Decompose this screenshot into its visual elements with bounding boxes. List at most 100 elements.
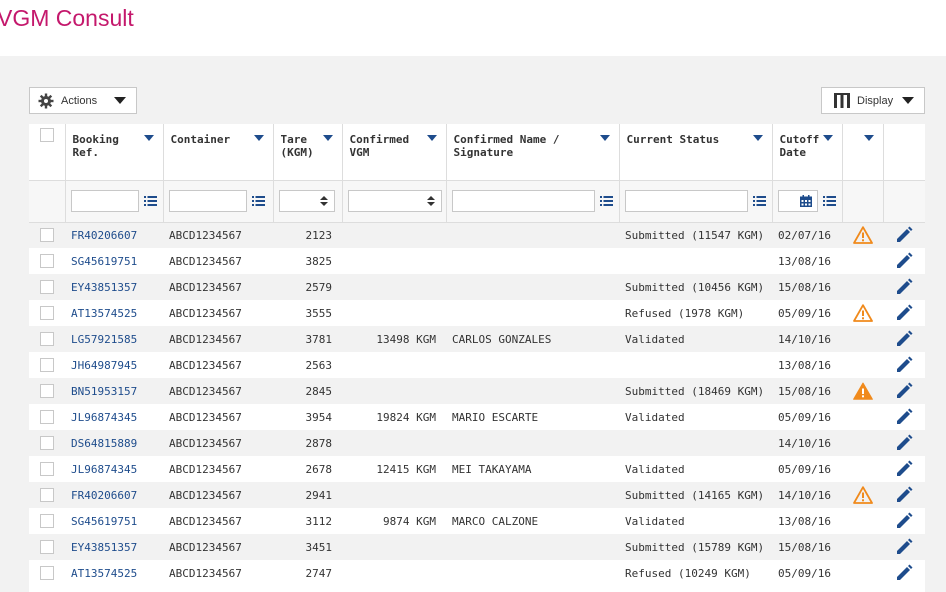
- sort-caret-icon[interactable]: [322, 135, 333, 141]
- calendar-icon[interactable]: [799, 195, 812, 207]
- edit-cell[interactable]: [883, 482, 925, 508]
- edit-cell[interactable]: [883, 430, 925, 456]
- table-row[interactable]: JL96874345 ABCD1234567 3954 19824 KGM MARIO …: [29, 404, 925, 430]
- table-row[interactable]: SG45619751 ABCD1234567 3825 13/08/16: [29, 248, 925, 274]
- sort-caret-icon[interactable]: [863, 135, 874, 141]
- pencil-icon[interactable]: [895, 278, 913, 296]
- list-filter-icon[interactable]: [599, 196, 613, 206]
- row-checkbox[interactable]: [40, 462, 54, 476]
- tare-filter-stepper[interactable]: [278, 190, 335, 212]
- pencil-icon[interactable]: [895, 330, 913, 348]
- table-row[interactable]: SG45619751 ABCD1234567 3112 9874 KGM MARCO C…: [29, 508, 925, 534]
- pencil-icon[interactable]: [895, 512, 913, 530]
- booking-ref-link[interactable]: LG57921585: [71, 333, 137, 346]
- row-checkbox[interactable]: [40, 358, 54, 372]
- column-header-booking-ref[interactable]: Booking Ref.: [65, 124, 164, 181]
- actions-button[interactable]: Actions: [29, 87, 137, 114]
- sort-caret-icon[interactable]: [426, 135, 437, 141]
- table-row[interactable]: FR40206607 ABCD1234567 2941 Submitted (1416…: [29, 482, 925, 508]
- row-checkbox[interactable]: [40, 254, 54, 268]
- pencil-icon[interactable]: [895, 356, 913, 374]
- display-button[interactable]: Display: [821, 87, 925, 114]
- row-checkbox[interactable]: [40, 488, 54, 502]
- pencil-icon[interactable]: [895, 564, 913, 582]
- booking-ref-link[interactable]: JH64987945: [71, 359, 137, 372]
- cutoff-date-filter-input[interactable]: [777, 190, 818, 212]
- edit-cell[interactable]: [883, 404, 925, 430]
- stepper-arrows-icon[interactable]: [319, 196, 328, 206]
- booking-ref-link[interactable]: BN51953157: [71, 385, 137, 398]
- column-header-confirmed-vgm[interactable]: Confirmed VGM: [342, 124, 447, 181]
- pencil-icon[interactable]: [895, 460, 913, 478]
- sort-caret-icon[interactable]: [143, 135, 154, 141]
- row-checkbox[interactable]: [40, 384, 54, 398]
- row-checkbox[interactable]: [40, 566, 54, 580]
- booking-ref-link[interactable]: JL96874345: [71, 463, 137, 476]
- row-checkbox[interactable]: [40, 332, 54, 346]
- sort-caret-icon[interactable]: [752, 135, 763, 141]
- edit-cell[interactable]: [883, 248, 925, 274]
- pencil-icon[interactable]: [895, 252, 913, 270]
- pencil-icon[interactable]: [895, 382, 913, 400]
- list-filter-icon[interactable]: [143, 196, 157, 206]
- edit-cell[interactable]: [883, 222, 925, 248]
- row-checkbox[interactable]: [40, 306, 54, 320]
- column-header-cutoff-date[interactable]: Cutoff Date: [772, 124, 843, 181]
- edit-cell[interactable]: [883, 560, 925, 586]
- table-row[interactable]: BN51953157 ABCD1234567 2845 Submitted (1846…: [29, 378, 925, 404]
- booking-ref-filter-input[interactable]: [70, 190, 139, 212]
- list-filter-icon[interactable]: [822, 196, 836, 206]
- row-checkbox[interactable]: [40, 410, 54, 424]
- row-checkbox[interactable]: [40, 514, 54, 528]
- booking-ref-link[interactable]: FR40206607: [71, 489, 137, 502]
- booking-ref-link[interactable]: DS64815889: [71, 437, 137, 450]
- container-filter-input[interactable]: [168, 190, 247, 212]
- select-all-checkbox[interactable]: [39, 128, 54, 142]
- edit-cell[interactable]: [883, 300, 925, 326]
- booking-ref-link[interactable]: AT13574525: [71, 567, 137, 580]
- table-row[interactable]: DS64815889 ABCD1234567 2878 14/10/16: [29, 430, 925, 456]
- booking-ref-link[interactable]: SG45619751: [71, 515, 137, 528]
- sort-caret-icon[interactable]: [822, 135, 833, 141]
- sort-caret-icon[interactable]: [599, 135, 610, 141]
- edit-cell[interactable]: [883, 508, 925, 534]
- current-status-filter-input[interactable]: [624, 190, 748, 212]
- table-row[interactable]: JL96874345 ABCD1234567 2678 12415 KGM MEI TA…: [29, 456, 925, 482]
- row-checkbox[interactable]: [40, 436, 54, 450]
- table-row[interactable]: FR40206607 ABCD1234567 2123 Submitted (1154…: [29, 222, 925, 248]
- list-filter-icon[interactable]: [752, 196, 766, 206]
- row-checkbox[interactable]: [40, 280, 54, 294]
- column-header-tare[interactable]: Tare (KGM): [273, 124, 343, 181]
- booking-ref-link[interactable]: EY43851357: [71, 281, 137, 294]
- row-checkbox[interactable]: [40, 228, 54, 243]
- table-row[interactable]: EY43851357 ABCD1234567 3451 Submitted (1578…: [29, 534, 925, 560]
- pencil-icon[interactable]: [895, 434, 913, 452]
- edit-cell[interactable]: [883, 274, 925, 300]
- column-header-confirmed-name[interactable]: Confirmed Name / Signature: [446, 124, 620, 181]
- table-row[interactable]: LG57921585 ABCD1234567 3781 13498 KGM CARLOS…: [29, 326, 925, 352]
- list-filter-icon[interactable]: [251, 196, 265, 206]
- sort-caret-icon[interactable]: [253, 135, 264, 141]
- pencil-icon[interactable]: [895, 304, 913, 322]
- pencil-icon[interactable]: [895, 408, 913, 426]
- table-row[interactable]: EY43851357 ABCD1234567 2579 Submitted (1045…: [29, 274, 925, 300]
- table-row[interactable]: AT13574525 ABCD1234567 2747 Refused (10249 …: [29, 560, 925, 586]
- column-header-current-status[interactable]: Current Status: [619, 124, 773, 181]
- booking-ref-link[interactable]: SG45619751: [71, 255, 137, 268]
- edit-cell[interactable]: [883, 326, 925, 352]
- column-header-container[interactable]: Container: [163, 124, 274, 181]
- booking-ref-link[interactable]: AT13574525: [71, 307, 137, 320]
- edit-cell[interactable]: [883, 378, 925, 404]
- edit-cell[interactable]: [883, 352, 925, 378]
- confirmed-vgm-filter-stepper[interactable]: [347, 190, 442, 212]
- confirmed-name-filter-input[interactable]: [451, 190, 595, 212]
- column-header-warning[interactable]: [842, 124, 884, 181]
- pencil-icon[interactable]: [895, 486, 913, 504]
- edit-cell[interactable]: [883, 534, 925, 560]
- booking-ref-link[interactable]: JL96874345: [71, 411, 137, 424]
- pencil-icon[interactable]: [895, 226, 913, 244]
- table-row[interactable]: AT13574525 ABCD1234567 3555 Refused (1978 K…: [29, 300, 925, 326]
- row-checkbox[interactable]: [40, 540, 54, 554]
- booking-ref-link[interactable]: FR40206607: [71, 229, 137, 242]
- edit-cell[interactable]: [883, 456, 925, 482]
